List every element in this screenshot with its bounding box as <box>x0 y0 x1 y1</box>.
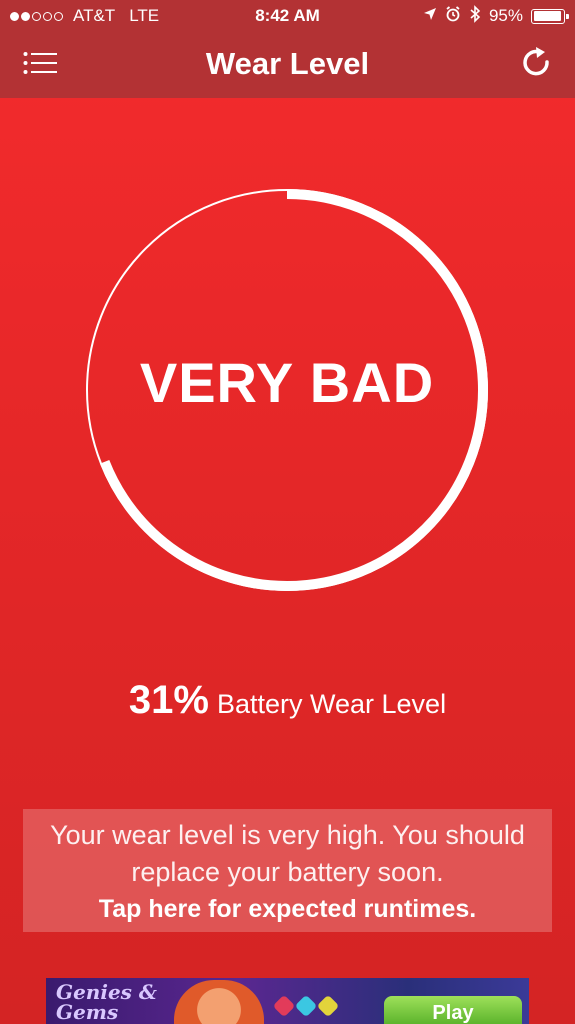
gem-icon <box>272 994 296 1018</box>
advice-message: Your wear level is very high. You should… <box>50 820 525 887</box>
alarm-clock-icon <box>445 5 461 27</box>
wear-percent: 31% <box>128 678 209 722</box>
signal-dot <box>54 11 63 21</box>
signal-dot <box>43 11 52 21</box>
ad-character-image <box>174 980 264 1024</box>
bluetooth-icon <box>469 4 481 28</box>
ad-gems-image <box>272 994 340 1018</box>
ad-banner[interactable]: Genies & Gems Play <box>46 978 529 1024</box>
wear-level-label: Battery Wear Level <box>216 689 447 719</box>
signal-dot <box>10 11 19 21</box>
location-arrow-icon <box>423 6 437 26</box>
status-right: 95% <box>423 4 569 28</box>
nav-bar: Wear Level <box>0 32 575 98</box>
refresh-icon <box>521 46 553 85</box>
wear-level-summary: 31% Battery Wear Level <box>0 675 575 734</box>
network-type: LTE <box>129 6 160 25</box>
signal-strength-icon <box>10 11 63 21</box>
page-title: Wear Level <box>205 46 370 81</box>
ad-title: Genies & Gems <box>56 980 157 1024</box>
gem-icon <box>294 994 318 1018</box>
battery-percent: 95% <box>488 6 523 25</box>
signal-dot <box>32 11 41 21</box>
wear-status-label: VERY BAD <box>139 351 435 414</box>
carrier-name: AT&T <box>73 6 116 25</box>
status-left: AT&T LTE <box>10 6 159 26</box>
ad-play-button[interactable]: Play <box>384 996 522 1024</box>
signal-dot <box>21 11 30 21</box>
runtime-advice-button[interactable]: Your wear level is very high. You should… <box>23 809 552 932</box>
battery-fill <box>533 11 562 21</box>
advice-cta: Tap here for expected runtimes. <box>98 895 477 923</box>
gem-icon <box>316 994 340 1018</box>
refresh-button[interactable] <box>515 44 559 86</box>
wear-gauge: VERY BAD <box>77 180 497 600</box>
battery-icon <box>531 8 569 24</box>
status-bar: AT&T LTE 8:42 AM 95% <box>0 0 575 32</box>
